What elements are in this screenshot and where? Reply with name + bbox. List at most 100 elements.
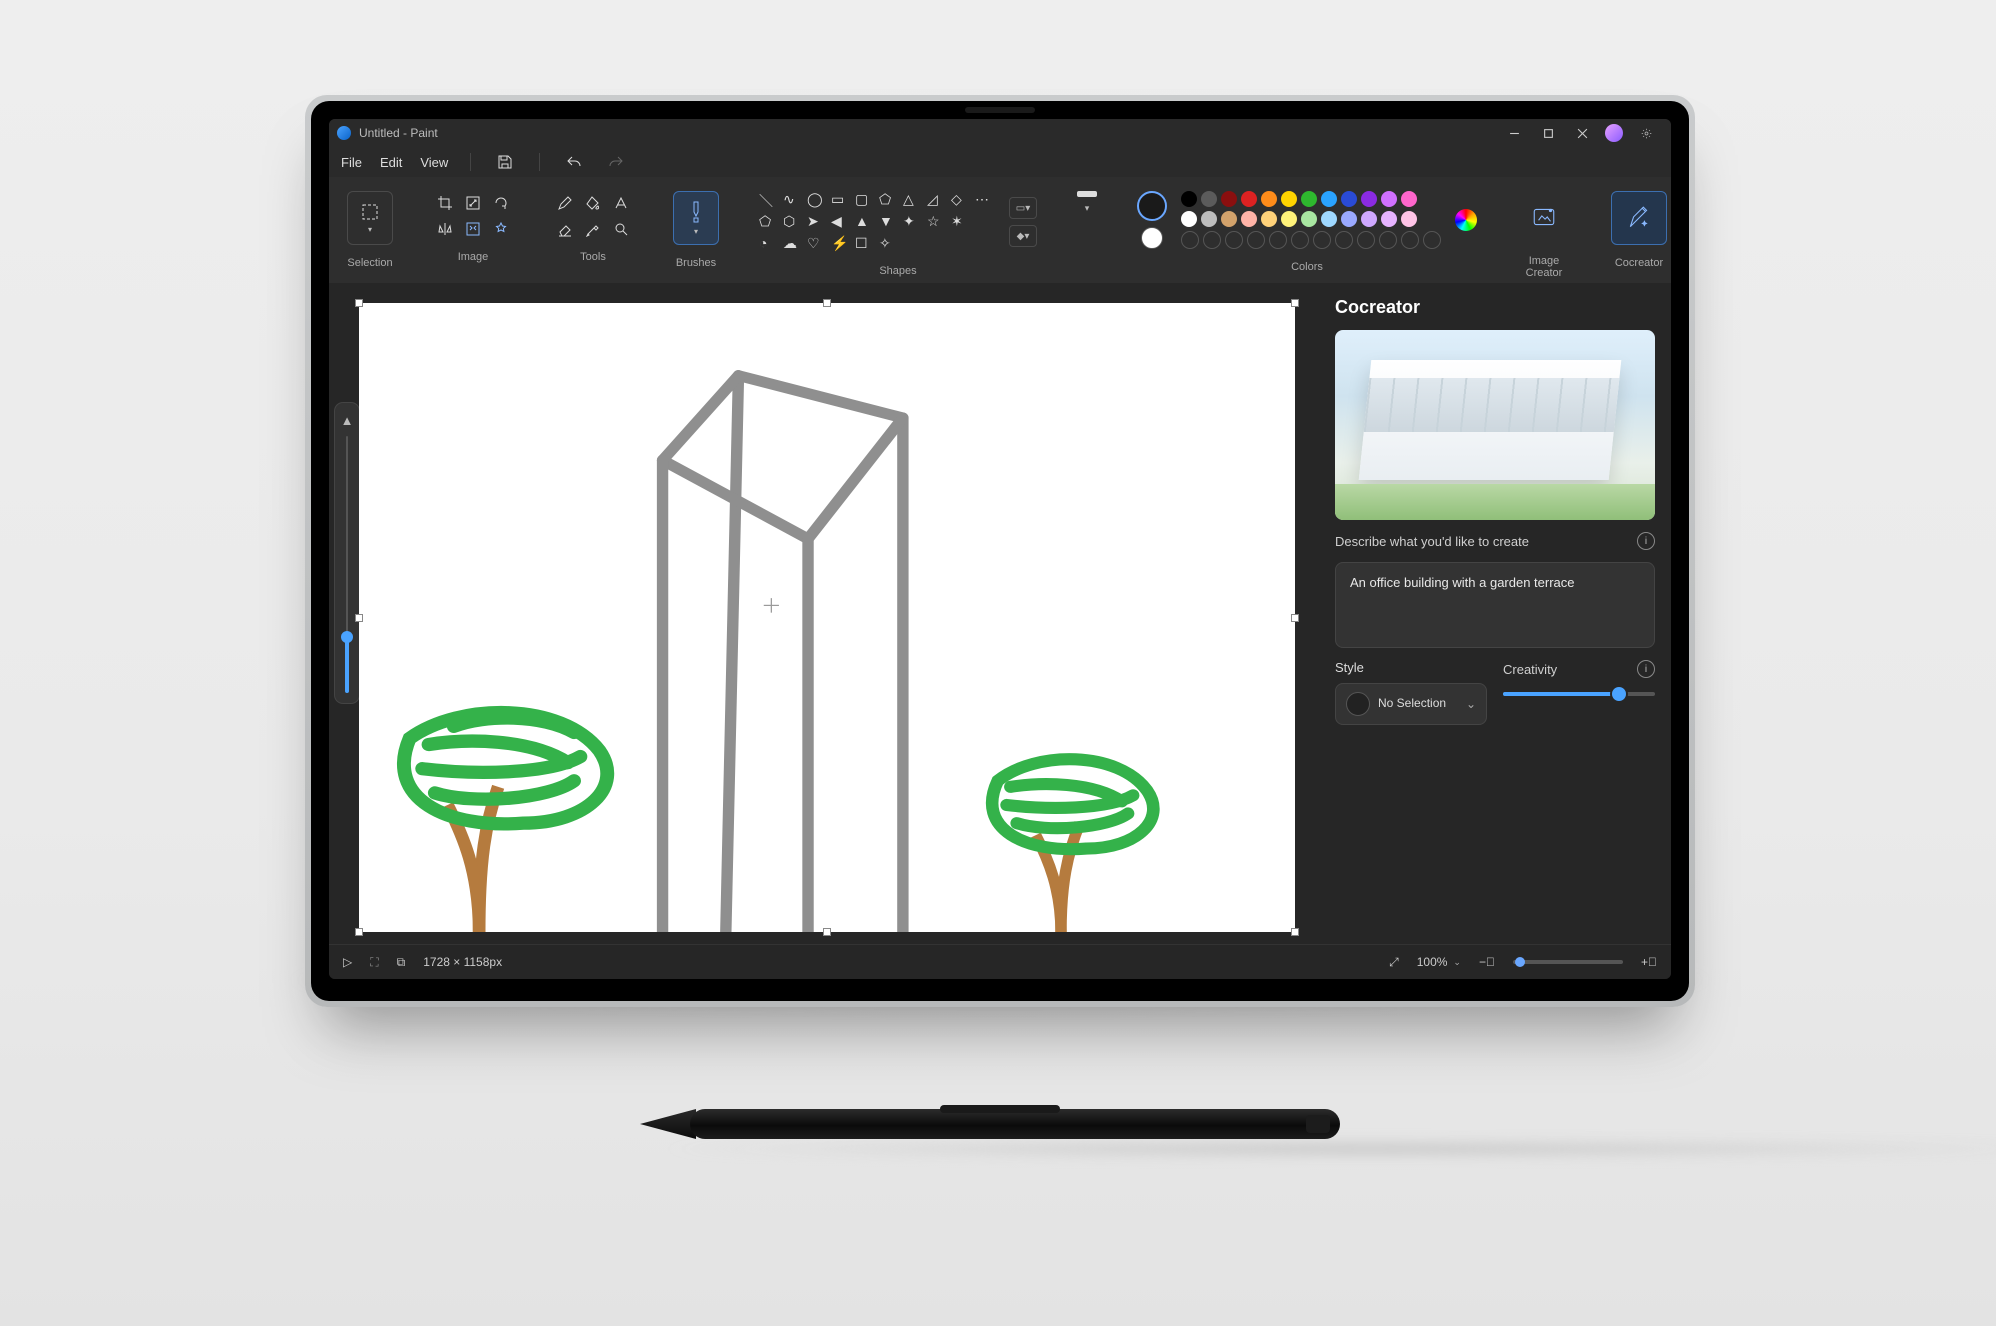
color-swatch[interactable] [1225, 231, 1243, 249]
color-swatch[interactable] [1201, 191, 1217, 207]
close-button[interactable] [1565, 119, 1599, 147]
color-swatch[interactable] [1401, 211, 1417, 227]
maximize-button[interactable] [1531, 119, 1565, 147]
image-creator-button[interactable] [1517, 191, 1571, 243]
color-swatch[interactable] [1203, 231, 1221, 249]
minimize-button[interactable] [1497, 119, 1531, 147]
zoom-out-button[interactable]: −⃝ [1479, 955, 1495, 969]
color-swatch[interactable] [1423, 231, 1441, 249]
color-swatch[interactable] [1221, 211, 1237, 227]
menu-edit[interactable]: Edit [380, 155, 402, 170]
brush-size-slider[interactable]: ▲ [335, 403, 359, 703]
color-swatch[interactable] [1341, 211, 1357, 227]
color-swatch[interactable] [1301, 211, 1317, 227]
zoom-slider[interactable] [1513, 960, 1623, 964]
color-swatch[interactable] [1221, 191, 1237, 207]
color-swatch[interactable] [1201, 211, 1217, 227]
canvas-handle[interactable] [1292, 615, 1298, 621]
title-bar[interactable]: Untitled - Paint [329, 119, 1671, 147]
color-swatch[interactable] [1261, 191, 1277, 207]
shape-rect-icon: ▭ [831, 191, 851, 209]
pencil-tool[interactable] [553, 191, 577, 215]
color-swatch[interactable] [1181, 231, 1199, 249]
edit-colors-button[interactable] [1455, 209, 1477, 231]
canvas-handle[interactable] [824, 929, 830, 935]
zoom-in-button[interactable]: +⃝ [1641, 955, 1657, 969]
info-icon[interactable]: i [1637, 532, 1655, 550]
color-swatch[interactable] [1357, 231, 1375, 249]
shape-diamond-icon: ◇ [951, 191, 971, 209]
color-swatch[interactable] [1361, 211, 1377, 227]
cursor-tool-icon[interactable]: ▷ [343, 955, 352, 969]
color-swatch[interactable] [1291, 231, 1309, 249]
eraser-tool[interactable] [553, 217, 577, 241]
menu-file[interactable]: File [341, 155, 362, 170]
shape-outline-button[interactable]: ▭▾ [1009, 197, 1037, 219]
color-swatch[interactable] [1281, 211, 1297, 227]
canvas-handle[interactable] [356, 615, 362, 621]
creativity-slider[interactable] [1503, 686, 1655, 702]
group-brushes: ▾ Brushes [665, 185, 727, 269]
color-swatch[interactable] [1341, 191, 1357, 207]
canvas-handle[interactable] [824, 300, 830, 306]
color-swatch[interactable] [1401, 191, 1417, 207]
menu-view[interactable]: View [420, 155, 448, 170]
crop-tool[interactable] [433, 191, 457, 215]
redo-button[interactable] [604, 150, 628, 174]
color-swatch[interactable] [1181, 191, 1197, 207]
chevron-down-icon: ⌄ [1466, 697, 1476, 711]
cocreator-button[interactable] [1611, 191, 1667, 245]
canvas[interactable] [359, 303, 1295, 932]
brushes-button[interactable]: ▾ [673, 191, 719, 245]
canvas-handle[interactable] [1292, 300, 1298, 306]
resize-tool[interactable] [461, 191, 485, 215]
magnifier-tool[interactable] [609, 217, 633, 241]
canvas-handle[interactable] [1292, 929, 1298, 935]
group-selection-label: Selection [339, 257, 401, 269]
color-swatch[interactable] [1361, 191, 1377, 207]
color-swatch[interactable] [1321, 211, 1337, 227]
canvas-handle[interactable] [356, 300, 362, 306]
color-swatch[interactable] [1241, 211, 1257, 227]
canvas-handle[interactable] [356, 929, 362, 935]
color-swatch[interactable] [1335, 231, 1353, 249]
color-swatch[interactable] [1281, 191, 1297, 207]
zoom-dropdown-icon[interactable]: ⌄ [1453, 957, 1461, 968]
color-swatch[interactable] [1247, 231, 1265, 249]
color-swatch[interactable] [1313, 231, 1331, 249]
color-1[interactable] [1137, 191, 1167, 221]
selection-tool[interactable]: ▾ [347, 191, 393, 245]
color-swatch[interactable] [1379, 231, 1397, 249]
color-2[interactable] [1141, 227, 1163, 249]
color-swatch[interactable] [1321, 191, 1337, 207]
color-swatch[interactable] [1261, 211, 1277, 227]
settings-button[interactable] [1629, 119, 1663, 147]
fill-tool[interactable] [581, 191, 605, 215]
style-select[interactable]: No Selection ⌄ [1335, 683, 1487, 725]
color-swatch[interactable] [1381, 211, 1397, 227]
shape-roundrect-icon: ▢ [855, 191, 875, 209]
rotate-tool[interactable] [489, 191, 513, 215]
shape-fill-button[interactable]: ◆▾ [1009, 225, 1037, 247]
remove-bg-tool[interactable] [461, 217, 485, 241]
color-swatch[interactable] [1241, 191, 1257, 207]
undo-button[interactable] [562, 150, 586, 174]
color-swatch[interactable] [1381, 191, 1397, 207]
shape-gallery[interactable]: ＼∿◯▭▢⬠△◿◇⋯ ⬠⬡➤◀▲▼✦☆✶ ◔☁♡⚡☐✧ [759, 191, 995, 253]
color-swatch[interactable] [1401, 231, 1419, 249]
flip-tool[interactable] [433, 217, 457, 241]
menu-separator [470, 153, 471, 171]
info-icon[interactable]: i [1637, 660, 1655, 678]
prompt-input[interactable]: An office building with a garden terrace [1335, 562, 1655, 648]
stroke-size-button[interactable] [1077, 191, 1097, 197]
text-tool[interactable] [609, 191, 633, 215]
user-avatar[interactable] [1605, 124, 1623, 142]
picker-tool[interactable] [581, 217, 605, 241]
color-swatch[interactable] [1181, 211, 1197, 227]
color-swatch[interactable] [1301, 191, 1317, 207]
magic-select-tool[interactable] [489, 217, 513, 241]
fit-screen-button[interactable]: ⤢ [1389, 955, 1399, 970]
save-button[interactable] [493, 150, 517, 174]
color-swatch[interactable] [1269, 231, 1287, 249]
cocreator-preview[interactable] [1335, 330, 1655, 520]
